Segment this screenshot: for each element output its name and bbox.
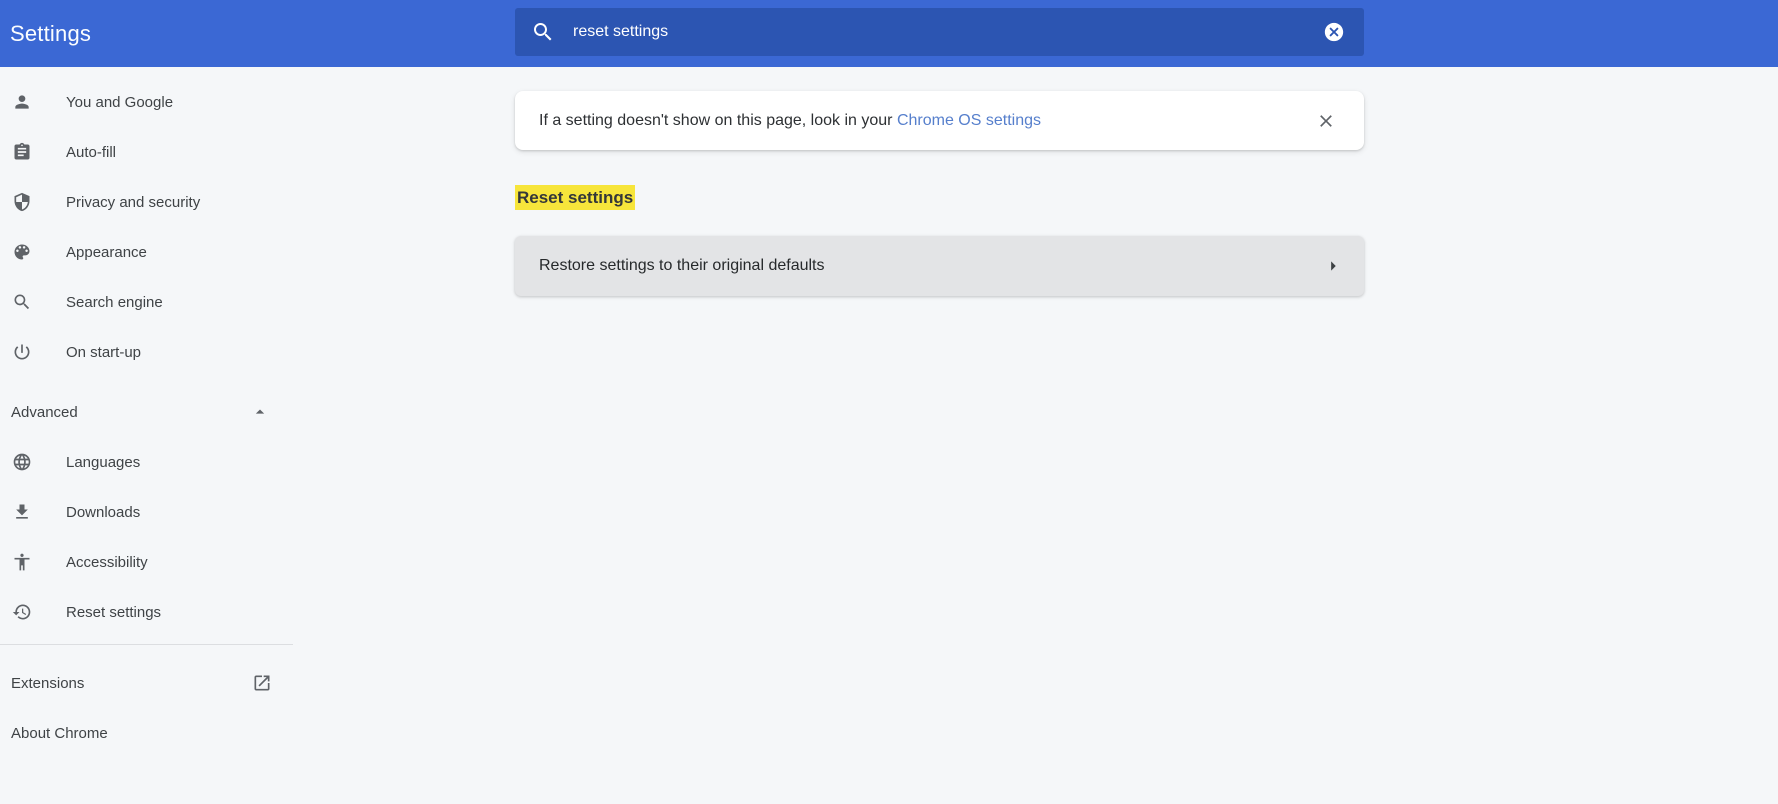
sidebar-divider [0,644,293,645]
sidebar-item-label: Downloads [66,503,141,521]
sidebar-advanced-toggle[interactable]: Advanced [0,387,293,437]
sidebar-item-label: Extensions [11,674,85,692]
sidebar-item-label: On start-up [66,343,142,361]
sidebar-item-label: Reset settings [66,603,162,621]
clear-circle-icon [1323,21,1345,43]
chevron-up-icon [250,402,270,422]
sidebar-item-label: Appearance [66,243,147,261]
clipboard-icon [12,142,32,162]
sidebar: You and Google Auto-fill Privacy and sec… [0,67,293,758]
sidebar-item-search-engine[interactable]: Search engine [0,277,293,327]
restore-defaults-row[interactable]: Restore settings to their original defau… [515,236,1364,296]
accessibility-icon [12,552,32,572]
sidebar-item-appearance[interactable]: Appearance [0,227,293,277]
power-icon [12,342,32,362]
banner-close-button[interactable] [1316,111,1336,131]
section-heading: Reset settings [515,185,636,210]
sidebar-item-label: Accessibility [66,553,148,571]
clear-search-button[interactable] [1323,21,1345,43]
search-input[interactable] [573,23,1193,41]
search-highlight: Reset settings [515,185,636,210]
sidebar-item-autofill[interactable]: Auto-fill [0,127,293,177]
sidebar-item-extensions[interactable]: Extensions [0,658,293,708]
close-icon [1316,111,1336,131]
search-icon [531,20,555,44]
banner-text: If a setting doesn't show on this page, … [539,111,897,129]
open-in-new-icon [252,673,272,693]
sidebar-item-label: About Chrome [11,724,108,742]
sidebar-item-accessibility[interactable]: Accessibility [0,537,293,587]
restore-defaults-label: Restore settings to their original defau… [539,257,825,274]
sidebar-item-privacy-and-security[interactable]: Privacy and security [0,177,293,227]
palette-icon [12,242,32,262]
advanced-label: Advanced [11,403,78,421]
search-icon [12,292,32,312]
sidebar-item-languages[interactable]: Languages [0,437,293,487]
settings-search-bar[interactable] [515,8,1364,56]
person-icon [12,92,32,112]
globe-icon [12,452,32,472]
sidebar-item-label: Auto-fill [66,143,117,161]
sidebar-item-downloads[interactable]: Downloads [0,487,293,537]
history-icon [12,602,32,622]
arrow-right-icon [1322,255,1344,277]
sidebar-item-label: Languages [66,453,141,471]
sidebar-item-on-startup[interactable]: On start-up [0,327,293,377]
sidebar-item-label: You and Google [66,93,174,111]
chrome-os-settings-banner: If a setting doesn't show on this page, … [515,91,1364,150]
sidebar-item-label: Search engine [66,293,163,311]
page-title: Settings [10,20,92,46]
sidebar-item-you-and-google[interactable]: You and Google [0,77,293,127]
download-icon [12,502,32,522]
top-bar: Settings [0,0,1778,67]
sidebar-item-label: Privacy and security [66,193,201,211]
chrome-os-settings-link[interactable]: Chrome OS settings [897,112,1041,130]
sidebar-item-about-chrome[interactable]: About Chrome [0,708,293,758]
shield-icon [12,192,32,212]
sidebar-item-reset-settings[interactable]: Reset settings [0,587,293,637]
